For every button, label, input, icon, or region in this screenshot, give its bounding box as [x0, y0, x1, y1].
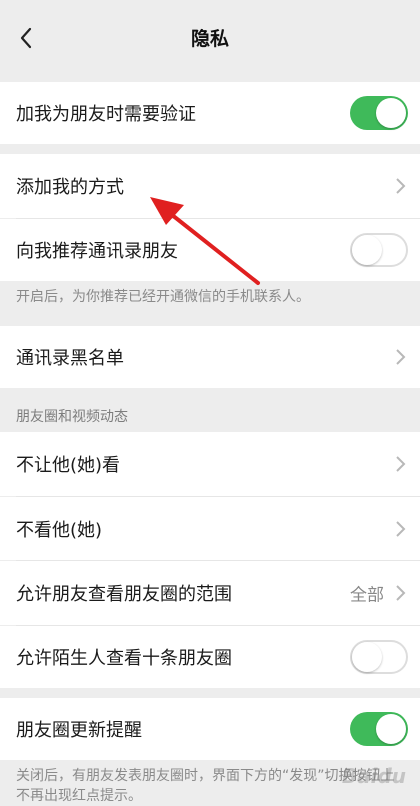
- toggle-knob: [352, 235, 382, 265]
- add-method-label: 添加我的方式: [16, 177, 124, 198]
- moments-range-row[interactable]: 允许朋友查看朋友圈的范围 全部: [0, 561, 420, 625]
- toggle-knob: [352, 642, 382, 672]
- blacklist-row[interactable]: 通讯录黑名单: [0, 326, 420, 388]
- chevron-right-icon: [396, 178, 406, 194]
- stranger-view-row[interactable]: 允许陌生人查看十条朋友圈: [0, 626, 420, 688]
- moments-remind-toggle[interactable]: [350, 712, 408, 746]
- moments-remind-row[interactable]: 朋友圈更新提醒: [0, 698, 420, 760]
- not-see-label: 不看他(她): [16, 519, 103, 541]
- section-title-moments: 朋友圈和视频动态: [16, 409, 128, 425]
- verify-friend-row[interactable]: 加我为朋友时需要验证: [0, 82, 420, 144]
- moments-range-value: 全部: [350, 585, 384, 606]
- chevron-right-icon: [396, 520, 406, 537]
- moments-remind-label: 朋友圈更新提醒: [16, 720, 142, 741]
- page-title: 隐私: [190, 28, 229, 50]
- toggle-knob: [376, 714, 406, 744]
- verify-friend-toggle[interactable]: [350, 96, 408, 130]
- stranger-view-label: 允许陌生人查看十条朋友圈: [16, 648, 232, 669]
- watermark-logo: Baidu: [341, 764, 406, 788]
- nav-bar: 隐私: [0, 0, 420, 80]
- chevron-right-icon: [396, 456, 406, 472]
- toggle-knob: [376, 98, 406, 128]
- annotation-arrow-icon: [150, 197, 260, 285]
- stranger-view-toggle[interactable]: [350, 640, 408, 674]
- blacklist-label: 通讯录黑名单: [16, 348, 124, 369]
- chevron-right-icon: [396, 349, 406, 365]
- verify-friend-label: 加我为朋友时需要验证: [16, 104, 196, 125]
- not-let-see-row[interactable]: 不让他(她)看: [0, 432, 420, 496]
- moments-range-label: 允许朋友查看朋友圈的范围: [16, 584, 232, 605]
- recommend-contacts-toggle[interactable]: [350, 233, 408, 267]
- not-see-row[interactable]: 不看他(她): [0, 497, 420, 560]
- not-let-see-label: 不让他(她)看: [16, 455, 121, 476]
- chevron-right-icon: [396, 585, 406, 601]
